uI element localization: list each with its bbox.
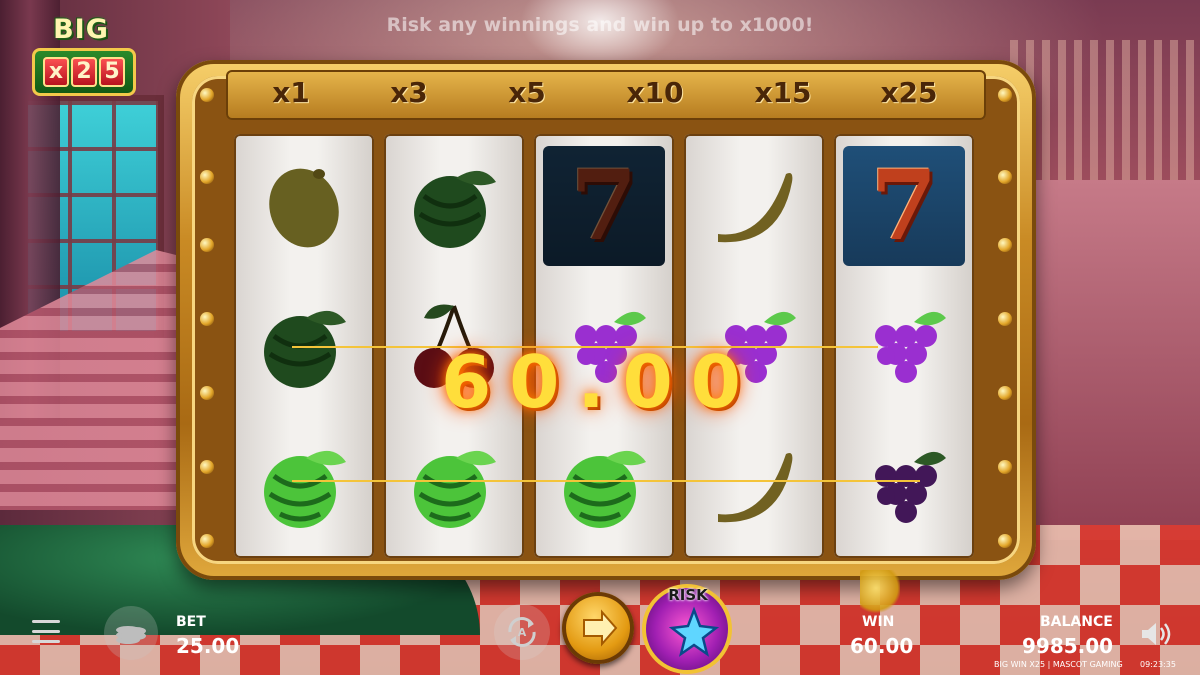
win-amount-display: 60.00: [441, 340, 759, 424]
promo-banner: Risk any winnings and win up to x1000!: [386, 14, 814, 36]
frame-stud: [998, 88, 1012, 102]
frame-stud: [200, 460, 214, 474]
menu-icon: [32, 640, 60, 643]
symbol-seven: 7: [834, 136, 974, 276]
right-wall: [1010, 180, 1200, 540]
logo-digit: 5: [99, 57, 125, 87]
frame-stud: [998, 460, 1012, 474]
logo-digit: x: [43, 57, 69, 87]
footer-clock: 09:23:35: [1140, 660, 1176, 669]
symbol-lemon: [234, 136, 374, 276]
symbol-watermelon: [384, 416, 524, 556]
reel-frame: x1 x3 x5 x10 x15 x25 7 7: [176, 60, 1036, 580]
sound-button[interactable]: [1140, 620, 1174, 648]
symbol-seven: 7: [534, 136, 674, 276]
symbol-watermelon: [234, 416, 374, 556]
symbol-banana: [684, 136, 824, 276]
arrow-right-icon: [583, 609, 618, 647]
symbol-banana: [684, 416, 824, 556]
speaker-icon: [1142, 623, 1171, 645]
frame-stud: [200, 534, 214, 548]
menu-icon: [32, 630, 60, 633]
balance-value: 9985.00: [1022, 634, 1114, 658]
multiplier-x15: x15: [754, 76, 812, 109]
autoplay-icon: A: [508, 617, 536, 647]
bet-settings-button[interactable]: [104, 606, 158, 660]
multiplier-bar: x1 x3 x5 x10 x15 x25: [226, 70, 986, 120]
seven-glyph: 7: [870, 149, 938, 262]
multiplier-x1: x1: [272, 76, 310, 109]
logo-title: BIG WIN: [48, 14, 112, 76]
balance-label: BALANCE: [1040, 614, 1113, 630]
win-line: [292, 480, 920, 482]
menu-icon: [32, 620, 60, 623]
seven-background: 7: [843, 146, 965, 266]
seven-background: 7: [543, 146, 665, 266]
bet-label: BET: [176, 614, 206, 630]
frame-stud: [200, 386, 214, 400]
multiplier-x25: x25: [880, 76, 938, 109]
coins-stack-icon: [116, 626, 146, 644]
frame-stud: [200, 312, 214, 326]
win-label: WIN: [862, 614, 895, 630]
symbol-watermelon: [534, 416, 674, 556]
frame-stud: [200, 238, 214, 252]
frame-stud: [200, 88, 214, 102]
logo-digit: 2: [71, 57, 97, 87]
svg-text:A: A: [518, 626, 527, 639]
coin-sparkle: [860, 570, 900, 615]
multiplier-x10: x10: [626, 76, 684, 109]
logo-multiplier-plate: x 2 5: [32, 48, 136, 96]
game-logo: BIG WIN x 2 5: [14, 12, 148, 96]
frame-stud: [998, 170, 1012, 184]
bet-value: 25.00: [176, 634, 240, 658]
footer-game-name: BIG WIN X25 | MASCOT GAMING: [994, 660, 1123, 669]
seven-glyph: 7: [570, 149, 638, 262]
symbol-watermelon: [384, 136, 524, 276]
risk-label: RISK: [668, 586, 708, 604]
frame-stud: [200, 170, 214, 184]
win-value: 60.00: [850, 634, 914, 658]
autoplay-button[interactable]: A: [494, 604, 550, 660]
frame-stud: [998, 534, 1012, 548]
symbol-grapes: [834, 416, 974, 556]
multiplier-x5: x5: [508, 76, 546, 109]
multiplier-x3: x3: [390, 76, 428, 109]
menu-button[interactable]: [32, 620, 60, 644]
balcony-railing: [1010, 40, 1200, 180]
spin-button[interactable]: [562, 592, 634, 664]
frame-stud: [998, 312, 1012, 326]
frame-stud: [998, 238, 1012, 252]
frame-stud: [998, 386, 1012, 400]
